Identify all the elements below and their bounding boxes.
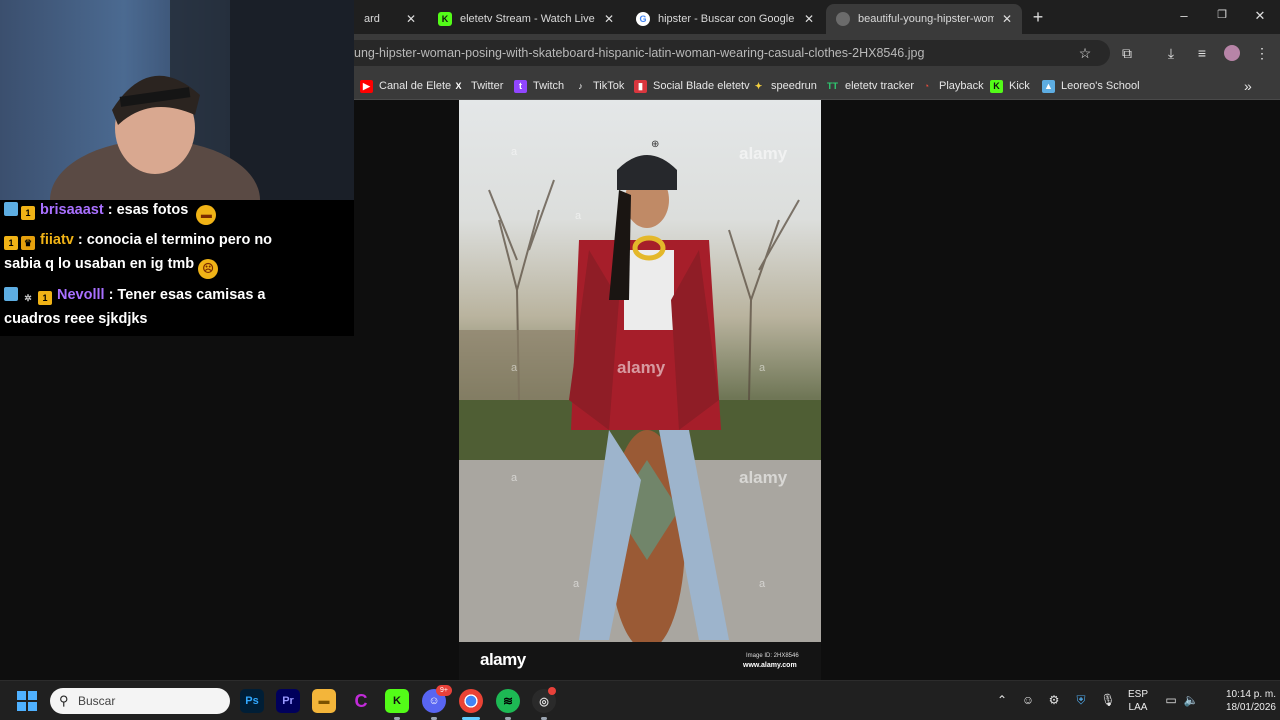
close-icon[interactable]: ✕	[406, 12, 416, 26]
tab-image-active[interactable]: beautiful-young-hipster-woman ✕	[826, 4, 1022, 34]
avatar[interactable]	[1222, 43, 1242, 63]
canva-icon[interactable]: C	[349, 689, 373, 713]
webcam-illustration	[50, 0, 354, 208]
tab-google-search[interactable]: G hipster - Buscar con Google ✕	[626, 4, 824, 34]
bookmark-twitter[interactable]: X Twitter	[452, 77, 503, 95]
chevron-more-icon[interactable]: »	[1244, 77, 1252, 95]
spotify-icon[interactable]: ≋	[496, 689, 520, 713]
badge-icon: 1	[38, 291, 52, 305]
watermark-alamy: alamy	[739, 468, 788, 487]
socialblade-icon: ▮	[634, 79, 647, 93]
taskbar-search[interactable]: ⚲ Buscar	[50, 688, 230, 714]
badge-icon: ✲	[24, 293, 32, 303]
bookmark-star-icon[interactable]: ☆	[1075, 43, 1095, 63]
minimize-icon[interactable]: –	[1174, 8, 1194, 23]
close-icon[interactable]: ✕	[1002, 12, 1012, 26]
restore-icon[interactable]: ❐	[1212, 8, 1232, 21]
kick-icon: K	[438, 12, 452, 26]
discord-tray-icon[interactable]: ☺	[1019, 693, 1037, 707]
tab-kick-stream[interactable]: K eletetv Stream - Watch Live on ✕	[428, 4, 624, 34]
image-id: Image ID: 2HX8546	[746, 653, 799, 659]
speedrun-icon: ✦	[754, 80, 763, 91]
download-icon[interactable]: ⤓	[1161, 43, 1181, 63]
watermark-alamy: alamy	[739, 144, 788, 163]
extensions-icon[interactable]: ⧉	[1117, 43, 1137, 63]
bookmark-twitch[interactable]: t Twitch	[514, 77, 564, 95]
media-control-icon[interactable]: ≡	[1192, 43, 1212, 63]
tracker-icon: TT	[827, 81, 838, 91]
stream-chat: 1 brisaaast : esas fotos ▬ 1 ♛ fiiatv : con…	[0, 200, 354, 336]
badge-icon: 1	[21, 206, 35, 220]
badge-icon	[4, 202, 18, 216]
watermark-a: a	[511, 146, 518, 158]
crown-icon: ♛	[21, 236, 35, 250]
tiktok-icon: ♪	[578, 81, 583, 91]
watermark-a: a	[511, 472, 518, 484]
microphone-icon[interactable]: 🎙	[1099, 693, 1117, 707]
playback-icon: ◔	[923, 81, 930, 91]
badge-icon: 1	[4, 236, 18, 250]
zoom-cursor-icon: ⊕	[651, 139, 660, 150]
taskbar: ⚲ Buscar Ps Pr ▬ C K ☺ 9+ ≋ ◎ ⌃ ☺ ⚙ ⛨ 🎙 …	[0, 680, 1280, 720]
windows-start-icon[interactable]	[17, 691, 37, 711]
emote-icon: ☹	[198, 259, 219, 279]
watermark-alamy: alamy	[617, 358, 666, 377]
address-bar[interactable]: ung-hipster-woman-posing-with-skateboard…	[340, 40, 1110, 66]
bookmark-kick[interactable]: K Kick	[990, 77, 1030, 95]
watermark-a: a	[511, 362, 518, 374]
webcam-overlay	[0, 0, 354, 208]
globe-icon	[836, 12, 850, 26]
volume-icon[interactable]: 🔈	[1182, 693, 1200, 707]
badge-icon	[4, 287, 18, 301]
image-site: www.alamy.com	[743, 662, 797, 669]
chat-message: ✲ 1 Nevolll : Tener esas camisas a cuadros…	[4, 287, 266, 327]
security-icon[interactable]: ⛨	[1072, 693, 1090, 708]
twitch-icon: t	[514, 79, 527, 93]
bookmark-canal-de-elete[interactable]: ▶ Canal de Elete	[360, 77, 451, 95]
close-icon[interactable]: ✕	[804, 12, 814, 26]
new-tab-button[interactable]: +	[1028, 7, 1048, 28]
watermark-a: a	[759, 362, 766, 374]
chat-message: 1 ♛ fiiatv : conocia el termino pero no sa…	[4, 228, 272, 279]
clock[interactable]: 10:14 p. m. 18/01/2026	[1200, 688, 1276, 714]
emote-icon: ▬	[196, 205, 217, 225]
alamy-logo: alamy	[480, 650, 526, 669]
bookmark-speedrun[interactable]: ✦ speedrun	[752, 77, 817, 95]
bookmark-leoreos-school[interactable]: ▲ Leoreo's School	[1042, 77, 1140, 95]
discord-badge: 9+	[436, 685, 452, 696]
file-explorer-icon[interactable]: ▬	[312, 689, 336, 713]
search-icon: ⚲	[59, 693, 69, 708]
x-icon: X	[455, 81, 462, 91]
youtube-icon: ▶	[360, 79, 373, 93]
photoshop-icon[interactable]: Ps	[240, 689, 264, 713]
watermark-a: a	[759, 578, 766, 590]
kick-icon[interactable]: K	[385, 689, 409, 713]
steam-icon[interactable]: ⚙	[1045, 693, 1063, 707]
chevron-up-icon[interactable]: ⌃	[993, 693, 1011, 707]
bookmark-tiktok[interactable]: ♪ TikTok	[574, 77, 624, 95]
close-icon[interactable]: ✕	[604, 12, 614, 26]
school-icon: ▲	[1042, 79, 1055, 93]
watermark-a: a	[573, 578, 580, 590]
bookmark-eletetv-tracker[interactable]: TT eletetv tracker	[826, 77, 914, 95]
kick-icon: K	[990, 79, 1003, 93]
screen: ard ✕ K eletetv Stream - Watch Live on ✕…	[0, 0, 1280, 720]
premiere-icon[interactable]: Pr	[276, 689, 300, 713]
watermark-a: a	[575, 210, 582, 222]
stock-photo-woman-skateboard[interactable]: alamy alamy alamy a a a a a a a	[459, 100, 821, 642]
obs-recording-dot	[548, 687, 556, 695]
window-close-icon[interactable]: ✕	[1250, 8, 1270, 24]
bookmark-playback[interactable]: ◔ Playback	[920, 77, 984, 95]
chrome-icon[interactable]	[459, 689, 483, 713]
tab-ard[interactable]: ard ✕	[354, 4, 426, 34]
network-icon[interactable]: ▭	[1162, 693, 1180, 707]
google-icon: G	[636, 12, 650, 26]
language-indicator[interactable]: ESP LAA	[1128, 688, 1148, 714]
chat-message: 1 brisaaast : esas fotos ▬	[4, 198, 217, 225]
menu-icon[interactable]: ⋮	[1252, 43, 1272, 63]
bookmark-social-blade[interactable]: ▮ Social Blade eletetv	[634, 77, 750, 95]
